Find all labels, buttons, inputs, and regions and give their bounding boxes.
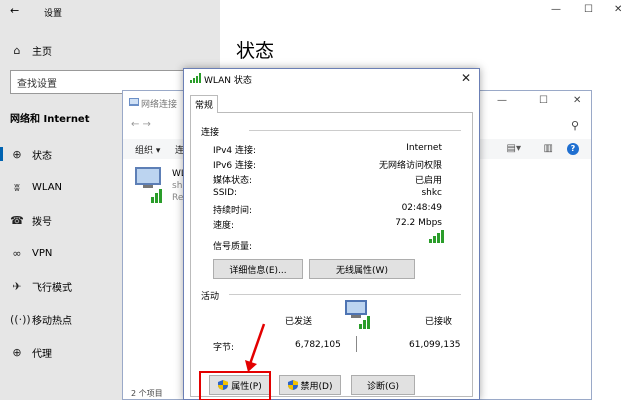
speed-label: 速度: <box>213 221 235 231</box>
ipv6-value: 无网络访问权限 <box>378 161 442 171</box>
activity-divider <box>356 336 357 352</box>
organize-menu[interactable]: 组织 ▾ <box>135 143 160 156</box>
wireless-properties-button[interactable]: 无线属性(W) <box>309 259 415 279</box>
back-arrow-icon[interactable]: ← <box>10 4 19 17</box>
connection-group-title: 连接 <box>201 128 220 138</box>
diagnose-button-label: 诊断(G) <box>367 381 399 392</box>
network-folder-icon <box>129 98 139 106</box>
ipv4-value: Internet <box>406 143 442 153</box>
home-label: 主页 <box>32 46 52 58</box>
settings-window-title: 设置 <box>44 9 63 19</box>
details-button-label: 详细信息(E)... <box>229 265 287 276</box>
airplane-icon: ✈ <box>12 279 22 293</box>
signal-bars-icon <box>429 230 444 243</box>
sidebar-item-label: 飞行模式 <box>32 282 72 294</box>
signal-icon <box>190 73 201 83</box>
minimize-icon[interactable]: — <box>551 4 561 15</box>
ipv6-label: IPv6 连接: <box>213 161 257 171</box>
diagnose-button[interactable]: 诊断(G) <box>351 375 415 395</box>
home-link[interactable]: ⌂ 主页 <box>0 39 220 61</box>
received-label: 已接收 <box>425 317 453 327</box>
globe-icon: ⊕ <box>12 345 22 359</box>
dialog-title: WLAN 状态 <box>204 76 252 86</box>
sent-label: 已发送 <box>285 317 313 327</box>
netconn-title: 网络连接 <box>141 100 178 110</box>
media-state-label: 媒体状态: <box>213 176 253 186</box>
close-icon[interactable]: ✕ <box>573 95 581 106</box>
maximize-icon[interactable]: ☐ <box>539 95 548 106</box>
sidebar-item-label: 代理 <box>32 348 52 360</box>
network-activity-icon <box>345 300 370 329</box>
wireless-properties-label: 无线属性(W) <box>336 265 388 276</box>
shield-icon <box>287 380 298 390</box>
search-placeholder: 查找设置 <box>17 78 57 90</box>
sidebar-item-label: 拨号 <box>32 216 52 228</box>
dialog-body: 连接 IPv4 连接: Internet IPv6 连接: 无网络访问权限 媒体… <box>190 112 473 397</box>
dialup-icon: ☎ <box>10 213 24 227</box>
hotspot-icon: ((·)) <box>10 312 31 326</box>
sidebar-item-label: 移动热点 <box>32 315 72 327</box>
group-divider <box>249 130 461 131</box>
group-divider <box>229 294 461 295</box>
back-forward-icon[interactable]: ← → <box>131 119 151 130</box>
ipv4-label: IPv4 连接: <box>213 146 257 156</box>
wlan-status-dialog: WLAN 状态 ✕ 常规 连接 IPv4 连接: Internet IPv6 连… <box>183 68 480 400</box>
maximize-icon[interactable]: ☐ <box>584 4 593 15</box>
activity-group-title: 活动 <box>201 292 220 302</box>
sidebar-item-label: WLAN <box>32 181 63 193</box>
view-options-icon[interactable]: ▤▾ <box>507 143 521 154</box>
minimize-icon[interactable]: — <box>497 95 507 106</box>
annotation-arrow <box>245 323 266 372</box>
speed-value: 72.2 Mbps <box>395 218 442 228</box>
sidebar-item-label: VPN <box>32 247 53 259</box>
bytes-label: 字节: <box>213 343 235 353</box>
signal-quality-label: 信号质量: <box>213 242 253 252</box>
bytes-received-value: 61,099,135 <box>409 340 461 350</box>
ssid-label: SSID: <box>213 188 238 198</box>
details-button[interactable]: 详细信息(E)... <box>213 259 303 279</box>
preview-pane-icon[interactable]: ▥ <box>544 143 553 154</box>
home-icon: ⌂ <box>13 43 21 57</box>
disable-button[interactable]: 禁用(D) <box>279 375 341 395</box>
duration-label: 持续时间: <box>213 206 253 216</box>
section-title: 网络和 Internet <box>10 114 90 125</box>
status-bar: 2 个项目 <box>131 389 163 398</box>
adapter-desc: Re <box>172 193 184 203</box>
disable-button-label: 禁用(D) <box>300 381 333 392</box>
close-icon[interactable]: ✕ <box>461 71 471 85</box>
close-icon[interactable]: ✕ <box>614 4 622 15</box>
page-title: 状态 <box>236 40 275 62</box>
duration-value: 02:48:49 <box>401 203 442 213</box>
media-state-value: 已启用 <box>414 176 442 186</box>
bytes-sent-value: 6,782,105 <box>295 340 341 350</box>
annotation-highlight-box <box>199 371 271 400</box>
vpn-icon: ∞ <box>12 246 22 260</box>
help-icon[interactable]: ? <box>567 143 579 155</box>
tab-general[interactable]: 常规 <box>190 95 219 113</box>
status-icon: ⊕ <box>12 147 22 161</box>
wifi-icon: ʬ <box>14 180 20 194</box>
search-icon[interactable]: ⚲ <box>571 119 579 132</box>
ssid-value: shkc <box>421 188 442 198</box>
sidebar-item-label: 状态 <box>32 150 52 162</box>
